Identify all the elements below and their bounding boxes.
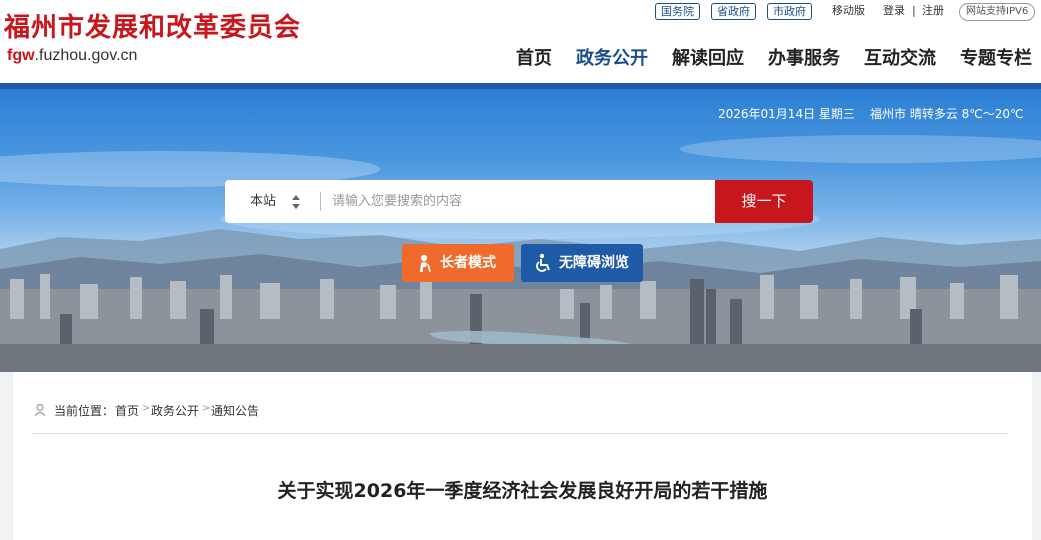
register-link[interactable]: 注册 — [922, 3, 944, 18]
top-divider: | — [912, 4, 916, 17]
location-person-icon — [34, 403, 46, 417]
weather-info: 福州市 晴转多云 8℃～20℃ — [870, 107, 1024, 121]
search-bar: 本站 — [225, 180, 715, 223]
nav-services[interactable]: 办事服务 — [768, 44, 840, 70]
mobile-version-link[interactable]: 移动版 — [832, 3, 865, 18]
login-link[interactable]: 登录 — [883, 3, 905, 18]
elder-mode-label: 长者模式 — [440, 255, 496, 271]
breadcrumb-notices[interactable]: 通知公告 — [211, 402, 259, 419]
link-city-gov[interactable]: 市政府 — [767, 3, 812, 20]
site-domain: fgw.fuzhou.gov.cn — [7, 47, 137, 65]
link-state-council[interactable]: 国务院 — [655, 3, 700, 20]
nav-special-topics[interactable]: 专题专栏 — [960, 44, 1032, 70]
nav-interaction[interactable]: 互动交流 — [864, 44, 936, 70]
search-scope-select[interactable]: 本站 — [225, 180, 320, 223]
search-separator — [320, 192, 321, 211]
updown-arrow-icon — [292, 195, 300, 209]
wheelchair-icon — [536, 253, 550, 272]
ipv6-badge: 网站支持IPV6 — [959, 3, 1036, 21]
site-header: 福州市发展和改革委员会 fgw.fuzhou.gov.cn 国务院 省政府 市政… — [0, 0, 1041, 83]
city-skyline-image — [0, 135, 1041, 372]
nav-home[interactable]: 首页 — [516, 44, 552, 70]
link-provincial-gov[interactable]: 省政府 — [711, 3, 756, 20]
content-panel: 当前位置： 首页 > 政务公开 > 通知公告 关于实现2026年一季度经济社会发… — [13, 372, 1032, 540]
elder-mode-button[interactable]: 长者模式 — [402, 244, 514, 282]
accessible-mode-label: 无障碍浏览 — [559, 255, 629, 271]
breadcrumb-prefix: 当前位置： — [54, 404, 115, 418]
breadcrumb-separator: > — [142, 403, 151, 414]
elder-person-icon — [420, 254, 431, 273]
breadcrumb-separator: > — [202, 403, 211, 414]
city-banner: 2026年01月14日 星期三 福州市 晴转多云 8℃～20℃ 本站 搜一下 长… — [0, 89, 1041, 372]
breadcrumb-divider — [32, 433, 1008, 434]
nav-gov-affairs[interactable]: 政务公开 — [576, 44, 648, 70]
domain-prefix: fgw — [7, 47, 35, 64]
search-button[interactable]: 搜一下 — [715, 180, 813, 223]
article-title: 关于实现2026年一季度经济社会发展良好开局的若干措施 — [277, 480, 768, 502]
accessible-mode-button[interactable]: 无障碍浏览 — [521, 244, 643, 282]
breadcrumb-home[interactable]: 首页 — [115, 402, 139, 419]
current-date: 2026年01月14日 星期三 — [718, 107, 855, 121]
search-input[interactable] — [332, 180, 702, 223]
nav-interpretation[interactable]: 解读回应 — [672, 44, 744, 70]
search-scope-value: 本站 — [250, 194, 277, 209]
breadcrumb-gov-affairs[interactable]: 政务公开 — [151, 402, 199, 419]
site-title[interactable]: 福州市发展和改革委员会 — [4, 7, 301, 44]
domain-suffix: .fuzhou.gov.cn — [34, 47, 138, 64]
